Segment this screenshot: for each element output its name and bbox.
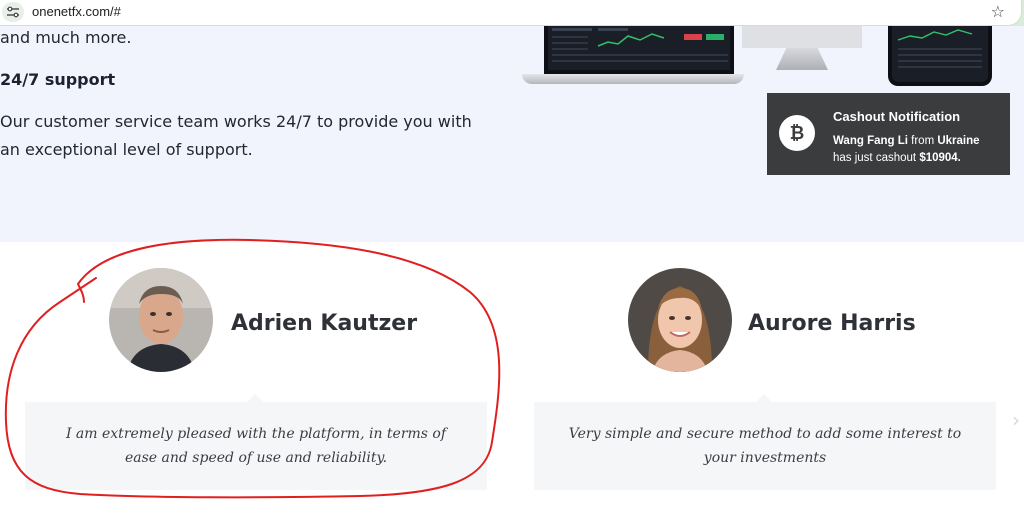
bitcoin-icon: ₿ [779, 115, 815, 151]
monitor-image [742, 26, 862, 48]
testimonial-quote-box: I am extremely pleased with the platform… [25, 394, 487, 490]
support-description: Our customer service team works 24/7 to … [0, 112, 472, 159]
chevron-right-icon[interactable]: › [1012, 408, 1020, 432]
testimonial-name: Adrien Kautzer [231, 311, 418, 336]
address-bar[interactable]: onenetfx.com/# ☆ [0, 0, 1022, 26]
star-icon[interactable]: ☆ [991, 2, 1005, 21]
avatar [628, 268, 732, 372]
monitor-stand-image [776, 48, 828, 70]
avatar [109, 268, 213, 372]
support-heading: 24/7 support [0, 70, 116, 89]
testimonial-name: Aurore Harris [748, 311, 916, 336]
notification-user: Wang Fang Li [833, 135, 908, 147]
tune-icon[interactable] [2, 2, 24, 22]
notification-message: Wang Fang Li from Ukraine has just casho… [833, 133, 1005, 167]
svg-text:₿: ₿ [790, 123, 805, 144]
tablet-image [888, 26, 992, 86]
testimonial-quote-box: Very simple and secure method to add som… [534, 394, 996, 490]
laptop-image [544, 26, 734, 74]
testimonial-quote: Very simple and secure method to add som… [568, 426, 962, 466]
notification-amount: $10904. [919, 152, 961, 164]
testimonial-card: Aurore Harris Very simple and secure met… [534, 268, 1004, 492]
notification-action: has just cashout [833, 152, 917, 164]
url-text[interactable]: onenetfx.com/# [32, 4, 121, 19]
notification-country: Ukraine [937, 135, 980, 147]
testimonial-card: Adrien Kautzer I am extremely pleased wi… [25, 268, 495, 492]
feature-text-tail: and much more. [0, 28, 132, 47]
laptop-base-image [522, 74, 744, 84]
notification-title: Cashout Notification [833, 109, 961, 124]
notification-from: from [911, 135, 935, 147]
cashout-notification[interactable]: ₿ Cashout Notification Wang Fang Li from… [767, 93, 1010, 175]
testimonial-quote: I am extremely pleased with the platform… [65, 426, 447, 466]
